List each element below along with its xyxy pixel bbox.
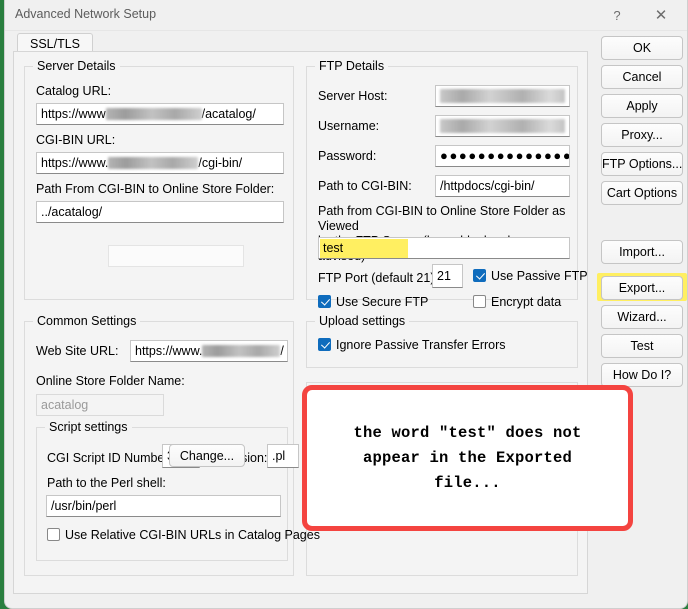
perl-shell-label: Path to the Perl shell:: [47, 476, 166, 490]
cgibin-url-suffix: /cgi-bin/: [198, 156, 243, 170]
ftp-details-group: FTP Details Server Host: Username: Passw…: [306, 59, 588, 309]
advanced-network-setup-dialog: Advanced Network Setup ? ✕ SSL/TLS Serve…: [4, 0, 688, 609]
checkbox-icon: [47, 528, 60, 541]
dialog-button-column: OK Cancel Apply Proxy... FTP Options... …: [597, 36, 687, 387]
cgi-script-id-label: CGI Script ID Number:: [47, 451, 173, 465]
username-input[interactable]: [435, 115, 570, 137]
upload-settings-title: Upload settings: [315, 314, 410, 328]
common-settings-title: Common Settings: [33, 314, 141, 328]
password-input[interactable]: ●●●●●●●●●●●●●●●●: [435, 145, 570, 167]
cgibin-url-label: CGI-BIN URL:: [36, 133, 116, 147]
use-passive-ftp-label: Use Passive FTP: [491, 269, 588, 283]
website-url-suffix: /: [280, 344, 284, 358]
password-label: Password:: [318, 149, 377, 163]
redacted-username: [440, 119, 565, 133]
tab-strip: SSL/TLS: [13, 31, 588, 52]
cart-options-button[interactable]: Cart Options: [601, 181, 683, 205]
cgibin-url-input[interactable]: https://www. /cgi-bin/: [36, 152, 284, 174]
redacted-domain: [202, 345, 281, 357]
proxy-button[interactable]: Proxy...: [601, 123, 683, 147]
cancel-button[interactable]: Cancel: [601, 65, 683, 89]
change-button[interactable]: Change...: [169, 444, 245, 467]
path-from-cgibin-input[interactable]: ../acatalog/: [36, 201, 284, 223]
encrypt-data-label: Encrypt data: [491, 295, 562, 309]
online-store-folder-label: Online Store Folder Name:: [36, 374, 185, 388]
close-icon[interactable]: ✕: [639, 0, 683, 31]
path-to-cgibin-label: Path to CGI-BIN:: [318, 179, 412, 193]
server-host-input[interactable]: [435, 85, 570, 107]
use-secure-ftp-checkbox[interactable]: Use Secure FTP: [318, 295, 428, 309]
path-from-cgibin-label: Path From CGI-BIN to Online Store Folder…: [36, 182, 275, 196]
checkbox-icon: [473, 269, 486, 282]
path-from-cgibin-ftp-input[interactable]: test: [318, 237, 570, 259]
test-button[interactable]: Test: [601, 334, 683, 358]
ftp-port-input[interactable]: 21: [432, 264, 463, 288]
help-icon[interactable]: ?: [595, 0, 639, 31]
website-url-input[interactable]: https://www. /: [130, 340, 288, 362]
obscured-input: [108, 245, 244, 267]
ftp-options-button[interactable]: FTP Options...: [601, 152, 683, 176]
ok-button[interactable]: OK: [601, 36, 683, 60]
website-url-prefix: https://www.: [135, 344, 203, 358]
redacted-domain: [108, 157, 199, 169]
checkbox-icon: [318, 295, 331, 308]
ignore-passive-errors-checkbox[interactable]: Ignore Passive Transfer Errors: [318, 338, 506, 352]
wizard-button[interactable]: Wizard...: [601, 305, 683, 329]
annotation-text: the word "test" does not appear in the E…: [353, 423, 582, 492]
redacted-domain: [105, 108, 202, 120]
redacted-host: [440, 89, 565, 103]
relative-cgibin-checkbox[interactable]: Use Relative CGI-BIN URLs in Catalog Pag…: [47, 528, 320, 542]
server-host-label: Server Host:: [318, 89, 388, 103]
checkbox-icon: [473, 295, 486, 308]
script-settings-group: Script settings CGI Script ID Number: 3 …: [36, 420, 320, 561]
server-details-title: Server Details: [33, 59, 120, 73]
catalog-url-input[interactable]: https://www/acatalog/: [36, 103, 284, 125]
apply-button[interactable]: Apply: [601, 94, 683, 118]
perl-shell-input[interactable]: /usr/bin/perl: [46, 495, 281, 517]
import-button[interactable]: Import...: [601, 240, 683, 264]
how-do-i-button[interactable]: How Do I?: [601, 363, 683, 387]
tab-ssltls[interactable]: SSL/TLS: [17, 33, 94, 52]
path-to-cgibin-input[interactable]: /httpdocs/cgi-bin/: [435, 175, 570, 197]
upload-settings-group: Upload settings Ignore Passive Transfer …: [306, 314, 578, 368]
catalog-url-suffix: /acatalog/: [201, 107, 256, 121]
common-settings-group: Common Settings Web Site URL: https://ww…: [24, 314, 320, 576]
ftp-port-label: FTP Port (default 21):: [318, 271, 438, 285]
annotation-callout: the word "test" does not appear in the E…: [302, 385, 633, 531]
encrypt-data-checkbox[interactable]: Encrypt data: [473, 295, 561, 309]
path-from-cgibin-ftp-value: test: [323, 241, 344, 255]
ftp-details-title: FTP Details: [315, 59, 389, 73]
online-store-folder-input: acatalog: [36, 394, 164, 416]
username-label: Username:: [318, 119, 380, 133]
script-settings-title: Script settings: [45, 420, 132, 434]
relative-cgibin-label: Use Relative CGI-BIN URLs in Catalog Pag…: [65, 528, 320, 542]
title-bar: Advanced Network Setup ? ✕: [5, 0, 687, 31]
extension-input[interactable]: .pl: [267, 444, 299, 468]
export-button[interactable]: Export...: [601, 276, 683, 300]
catalog-url-prefix: https://www: [41, 107, 106, 121]
catalog-url-label: Catalog URL:: [36, 84, 112, 98]
website-url-label: Web Site URL:: [36, 344, 119, 358]
checkbox-icon: [318, 338, 331, 351]
use-secure-ftp-label: Use Secure FTP: [336, 295, 429, 309]
window-title: Advanced Network Setup: [15, 7, 157, 21]
cgibin-url-prefix: https://www.: [41, 156, 109, 170]
ignore-passive-errors-label: Ignore Passive Transfer Errors: [336, 338, 506, 352]
use-passive-ftp-checkbox[interactable]: Use Passive FTP: [473, 269, 588, 283]
